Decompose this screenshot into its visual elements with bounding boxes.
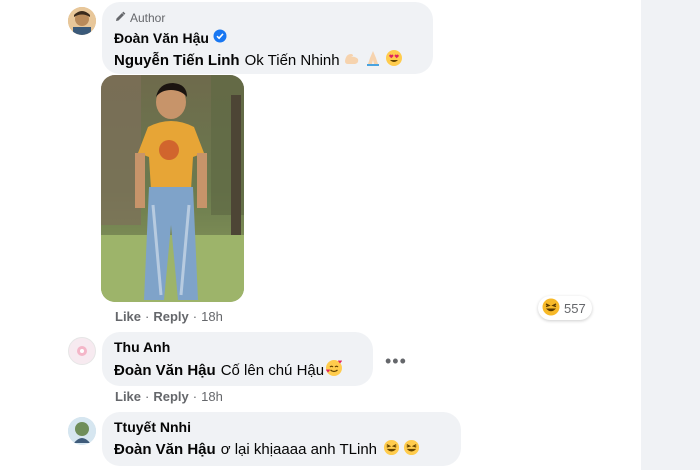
verified-badge-icon xyxy=(213,29,227,46)
avatar[interactable] xyxy=(68,417,96,445)
commenter-name[interactable]: Thu Anh xyxy=(114,339,361,355)
avatar[interactable] xyxy=(68,7,96,35)
comment-bubble: Author Đoàn Văn Hậu Nguyễn Tiến Linh Ok … xyxy=(102,2,433,74)
comment-timestamp[interactable]: 18h xyxy=(201,309,223,324)
author-badge: Author xyxy=(114,11,421,25)
comment-text: Đoàn Văn Hậu ơ lại khịaaaa anh TLinh xyxy=(114,439,449,460)
avatar[interactable] xyxy=(68,337,96,365)
smiling-face-with-hearts-emoji-icon xyxy=(325,359,343,381)
comment-body: Ok Tiến Nhinh xyxy=(244,51,340,69)
mention-link[interactable]: Đoàn Văn Hậu xyxy=(114,441,216,458)
comment-timestamp[interactable]: 18h xyxy=(201,389,223,404)
grinning-squinting-emoji-icon xyxy=(403,439,420,460)
commenter-name-label[interactable]: Ttuyết Nnhi xyxy=(114,419,191,435)
separator: · xyxy=(192,309,198,324)
comment-bubble: Thu Anh Đoàn Văn Hậu Cố lên chú Hậu xyxy=(102,332,373,386)
reaction-summary[interactable]: 557 xyxy=(538,296,592,320)
separator: · xyxy=(145,389,150,404)
folded-hands-emoji-icon xyxy=(364,49,382,71)
comment-text: Nguyễn Tiến Linh Ok Tiến Nhinh xyxy=(114,49,421,71)
comment-actions: Like · Reply · 18h xyxy=(115,309,223,324)
commenter-name[interactable]: Ttuyết Nnhi xyxy=(114,419,449,435)
more-options-icon[interactable]: ••• xyxy=(385,351,407,372)
commenter-name-label[interactable]: Thu Anh xyxy=(114,339,170,355)
grinning-squinting-emoji-icon xyxy=(383,439,400,460)
comment-bubble: Ttuyết Nnhi Đoàn Văn Hậu ơ lại khịaaaa a… xyxy=(102,412,461,466)
separator: · xyxy=(192,389,198,404)
comment-body: Cố lên chú Hậu xyxy=(220,361,325,379)
reaction-count: 557 xyxy=(564,300,586,316)
reply-button[interactable]: Reply xyxy=(153,389,188,404)
heart-eyes-emoji-icon xyxy=(385,49,403,71)
separator: · xyxy=(145,309,150,324)
comment-photo[interactable] xyxy=(101,75,244,302)
reply-button[interactable]: Reply xyxy=(153,309,188,324)
mention-link[interactable]: Đoàn Văn Hậu xyxy=(114,362,216,379)
like-button[interactable]: Like xyxy=(115,309,141,324)
comment-actions: Like · Reply · 18h xyxy=(115,389,223,404)
author-badge-label: Author xyxy=(130,11,166,25)
commenter-name-label[interactable]: Đoàn Văn Hậu xyxy=(114,30,209,46)
comment-text: Đoàn Văn Hậu Cố lên chú Hậu xyxy=(114,359,361,381)
mention-link[interactable]: Nguyễn Tiến Linh xyxy=(114,52,240,69)
comment-body: ơ lại khịaaaa anh TLinh xyxy=(220,441,378,458)
commenter-name[interactable]: Đoàn Văn Hậu xyxy=(114,29,421,46)
right-gutter xyxy=(641,0,700,470)
pencil-icon xyxy=(114,11,126,26)
laughing-emoji-icon xyxy=(542,298,560,319)
like-button[interactable]: Like xyxy=(115,389,141,404)
flexed-biceps-emoji-icon xyxy=(343,49,361,71)
